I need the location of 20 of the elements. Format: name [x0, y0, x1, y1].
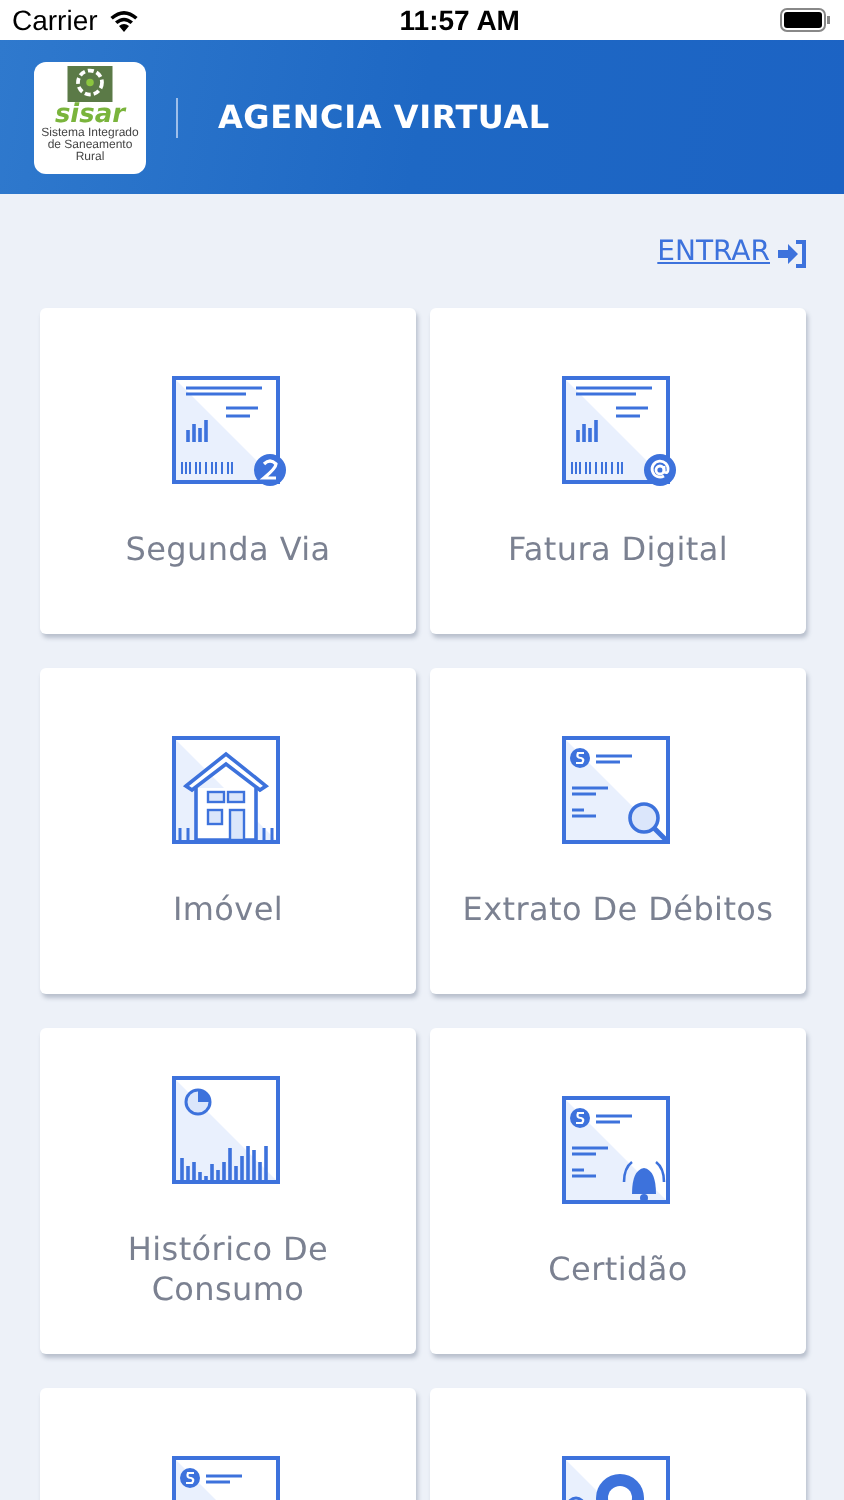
- battery-icon: [780, 8, 832, 32]
- menu-tile[interactable]: Segunda Via: [40, 308, 416, 634]
- house-icon: [170, 733, 286, 849]
- statement-search-icon: [560, 733, 676, 849]
- certificate-bell-icon: [560, 1093, 676, 1209]
- menu-tile[interactable]: Certidão: [430, 1028, 806, 1354]
- clock: 11:57 AM: [399, 1, 520, 39]
- wifi-icon: [107, 8, 140, 32]
- menu-tile[interactable]: Extrato De Débitos: [430, 668, 806, 994]
- login-link[interactable]: ENTRAR: [657, 232, 808, 274]
- sign-in-icon: [776, 239, 808, 267]
- menu-tile[interactable]: Fatura Digital: [430, 308, 806, 634]
- bill-icon: [170, 373, 286, 489]
- bill-email-icon: [560, 373, 676, 489]
- logo-wordmark: sisar: [54, 101, 126, 127]
- menu-tile[interactable]: Imóvel: [40, 668, 416, 994]
- page-title: AGENCIA VIRTUAL: [218, 95, 550, 139]
- carrier-label: Carrier: [12, 1, 98, 39]
- menu-tile[interactable]: Histórico De Consumo: [40, 1028, 416, 1354]
- chart-report-icon: [170, 1073, 286, 1189]
